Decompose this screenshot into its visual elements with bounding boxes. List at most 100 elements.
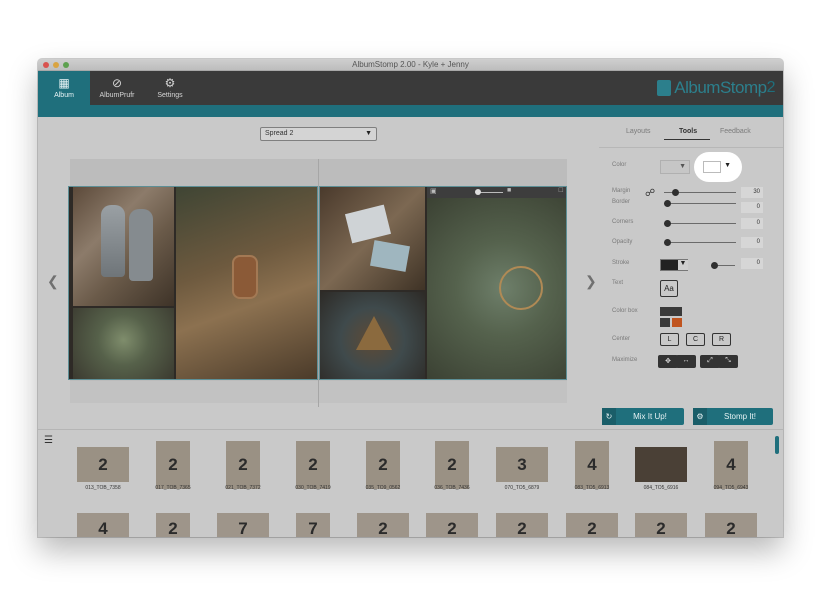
thumbnail-item[interactable]: 2 035_TO9_0562 xyxy=(353,441,413,499)
thumbnail-item[interactable]: 3 070_TO5_6879 xyxy=(492,441,552,499)
logo-suffix: 2 xyxy=(766,79,776,96)
color-box-orange[interactable] xyxy=(672,318,682,327)
tab-feedback[interactable]: Feedback xyxy=(720,128,751,135)
thumbnail-item[interactable]: 4 083_TO5_6913 xyxy=(562,441,622,499)
margin-slider-knob[interactable] xyxy=(671,189,679,196)
thumbnail-item[interactable]: 2 013_TOB_7358 xyxy=(73,441,133,499)
zoom-slider[interactable] xyxy=(479,192,503,193)
center-left-button[interactable]: L xyxy=(660,333,679,346)
thumbnail-image: 4 xyxy=(714,441,748,489)
thumbnail-filename: 013_TOB_7358 xyxy=(85,485,121,491)
thumbnail-item[interactable]: 2 xyxy=(422,513,482,537)
thumbnail-image: 2 xyxy=(77,447,129,482)
thumbnail-filename: 021_TOB_7372 xyxy=(225,485,261,491)
border-slider[interactable] xyxy=(664,200,736,207)
spread-spine xyxy=(318,159,319,407)
app-logo: AlbumStomp 2 xyxy=(657,77,776,99)
thumbnail-image: 2 xyxy=(366,441,400,489)
thumbnail-item[interactable]: 4 094_TO5_6943 xyxy=(701,441,761,499)
text-label: Text xyxy=(612,280,624,286)
thumbnail-filename: 084_TO5_6916 xyxy=(643,485,679,491)
shrink-corners-icon[interactable]: ⤡ xyxy=(718,355,738,368)
add-text-button[interactable]: Aa xyxy=(660,280,678,297)
photo-invitation-cards[interactable] xyxy=(320,187,425,290)
thumbnail-image: 7 xyxy=(296,513,330,537)
tab-tools[interactable]: Tools xyxy=(679,128,697,135)
spread-select-value: Spread 2 xyxy=(265,130,294,137)
photo-air-plant[interactable] xyxy=(73,308,174,379)
thumbnail-count: 2 xyxy=(168,455,178,474)
thumbnail-item[interactable]: 2 036_TOB_7436 xyxy=(422,441,482,499)
center-right-button[interactable]: R xyxy=(712,333,731,346)
color-box-dark[interactable] xyxy=(660,318,670,327)
maximize-corners-icon[interactable]: ⤢ xyxy=(700,355,720,368)
thumbnail-count: 2 xyxy=(168,519,178,537)
color-layer-picker[interactable]: ▼ xyxy=(703,160,733,174)
thumbnail-item[interactable]: 4 xyxy=(73,513,133,537)
border-value[interactable]: 0 xyxy=(741,202,763,213)
thumbnail-item[interactable]: 7 xyxy=(283,513,343,537)
thumbnail-image: 4 xyxy=(575,441,609,489)
menu-icon[interactable]: ☰ xyxy=(44,435,53,446)
thumbnail-item[interactable]: 2 030_TOB_7419 xyxy=(283,441,343,499)
stroke-slider[interactable] xyxy=(711,262,735,269)
thumbnail-filename: 030_TOB_7419 xyxy=(295,485,331,491)
image-toolbar: ▣ ■ □ xyxy=(427,187,566,198)
stroke-slider-knob[interactable] xyxy=(711,262,718,269)
expand-icon[interactable]: □ xyxy=(559,187,563,194)
thumbnail-image: 2 xyxy=(156,441,190,489)
tab-layouts[interactable]: Layouts xyxy=(626,128,651,135)
toolbar-album-button[interactable]: ▦ Album xyxy=(38,71,90,105)
zoom-slider-knob[interactable] xyxy=(475,189,481,195)
color-box-wide[interactable] xyxy=(660,307,682,316)
photo-bouquet[interactable] xyxy=(176,187,317,379)
stomp-it-button[interactable]: ⚙ Stomp It! xyxy=(693,408,773,425)
thumbnail-item[interactable]: 2 021_TOB_7372 xyxy=(213,441,273,499)
corners-value[interactable]: 0 xyxy=(741,218,763,229)
thumbnail-item[interactable]: 2 xyxy=(631,513,691,537)
thumbnail-item[interactable]: 2 xyxy=(353,513,413,537)
thumbnail-item[interactable]: 2 xyxy=(492,513,552,537)
center-center-button[interactable]: C xyxy=(686,333,705,346)
toolbar-albumprufr-button[interactable]: ⊘ AlbumPrufr xyxy=(90,71,144,105)
color-label: Color xyxy=(612,162,627,168)
thumbnail-count: 7 xyxy=(238,519,248,537)
opacity-slider-knob[interactable] xyxy=(664,239,671,246)
mix-it-up-button[interactable]: ↻ Mix It Up! xyxy=(602,408,684,425)
photo-wreath[interactable] xyxy=(427,198,566,379)
thumbnail-item[interactable]: 2 017_TOB_7365 xyxy=(143,441,203,499)
lock-icon[interactable]: ■ xyxy=(507,187,511,194)
corners-slider[interactable] xyxy=(664,220,736,227)
thumbnail-item[interactable]: 2 xyxy=(143,513,203,537)
margin-slider[interactable] xyxy=(664,189,736,196)
corners-slider-knob[interactable] xyxy=(664,220,671,227)
trash-icon[interactable]: ▣ xyxy=(430,187,437,195)
stroke-value[interactable]: 0 xyxy=(741,258,763,269)
link-icon[interactable]: ☍ xyxy=(645,188,655,199)
panel-tabs: Layouts Tools Feedback xyxy=(608,128,778,142)
next-spread-arrow-icon[interactable]: ❯ xyxy=(585,273,597,290)
color-picker[interactable]: ▼ xyxy=(660,160,690,174)
margin-value[interactable]: 30 xyxy=(741,187,763,198)
thumbnail-item[interactable]: 7 xyxy=(213,513,273,537)
photo-shoes[interactable] xyxy=(73,187,174,306)
thumbnail-image: 2 xyxy=(296,441,330,489)
thumbnail-count: 2 xyxy=(517,519,527,537)
previous-spread-arrow-icon[interactable]: ❮ xyxy=(47,273,59,290)
thumbnail-item[interactable]: 2 xyxy=(562,513,622,537)
spread-select[interactable]: Spread 2 ▼ xyxy=(260,127,377,141)
maximize-horizontal-icon[interactable]: ↔ xyxy=(676,355,696,368)
stroke-color-picker[interactable]: ▼ xyxy=(660,259,688,271)
opacity-value[interactable]: 0 xyxy=(741,237,763,248)
thumbnail-image: 2 xyxy=(566,513,618,537)
thumbnail-scrollbar[interactable] xyxy=(775,436,779,454)
stomp-it-label: Stomp It! xyxy=(723,412,756,421)
thumbnail-item[interactable]: 084_TO5_6916 xyxy=(631,441,691,499)
photo-paint-pots[interactable] xyxy=(320,292,425,379)
maximize-all-icon[interactable]: ✥ xyxy=(658,355,678,368)
thumbnail-image: 2 xyxy=(496,513,548,537)
border-slider-knob[interactable] xyxy=(664,200,671,207)
opacity-slider[interactable] xyxy=(664,239,736,246)
thumbnail-item[interactable]: 2 xyxy=(701,513,761,537)
toolbar-settings-button[interactable]: ⚙ Settings xyxy=(144,71,196,105)
